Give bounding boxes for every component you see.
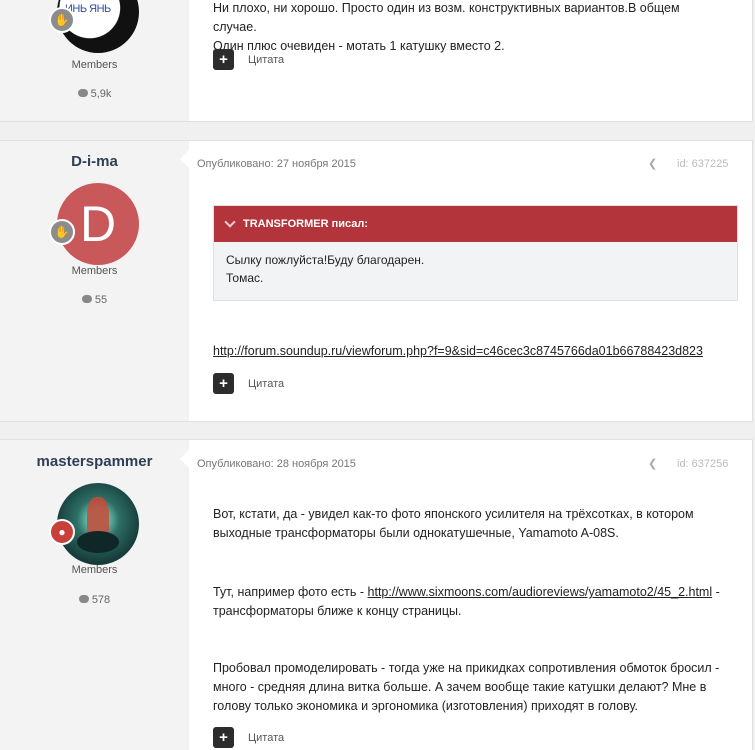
comment-icon [78,595,89,604]
avatar-letter: D [79,196,117,252]
content-line: много - средняя длина витка больше. А за… [213,680,707,694]
quote-block: TRANSFORMER писал: Сылку пожлуйста!Буду … [213,205,738,301]
quote-author: TRANSFORMER писал: [243,218,369,230]
post-arrow [180,149,190,169]
post-1: Ю ИНЬ ЯНЬ ✋ Members 5,9k Ни плохо, ни хо… [0,0,753,122]
plus-icon: + [213,373,234,394]
quote-label: Цитата [248,53,285,66]
quote-button[interactable]: + Цитата [213,373,284,394]
post-content: Вот, кстати, да - увидел как-то фото япо… [213,505,723,543]
plus-icon: + [213,727,234,748]
content-line: выходные трансформаторы были однокатушеч… [213,526,619,540]
share-icon[interactable]: ❮ [648,157,657,170]
post-3: masterspammer ● Members 578 Опубликовано… [0,439,753,750]
rank-badge: ✋ [49,219,75,245]
post-count-value: 5,9k [90,88,112,100]
post-content: Пробовал промоделировать - тогда уже на … [213,659,723,716]
quote-button[interactable]: + Цитата [213,49,284,70]
post-count: 578 [0,594,189,606]
share-icon[interactable]: ❮ [648,457,657,470]
post-date: Опубликовано: 27 ноября 2015 [197,158,356,170]
post-2: D-i-ma D ✋ Members 55 Опубликовано: 27 н… [0,140,753,422]
author-panel: Ю ИНЬ ЯНЬ ✋ Members 5,9k [0,0,189,121]
content-line: Вот, кстати, да - увидел как-то фото япо… [213,507,694,521]
member-group: Members [71,59,118,71]
content-line: трансформаторы ближе к концу страницы. [213,604,462,618]
post-link[interactable]: http://forum.soundup.ru/viewforum.php?f=… [213,344,703,358]
lightbulb-icon: ● [49,519,75,545]
content-line: Ни плохо, ни хорошо. Просто один из возм… [213,1,680,34]
post-count: 5,9k [0,88,189,100]
avatar[interactable]: ● [49,483,139,565]
content-line: Один плюс очевиден - мотать 1 катушку вм… [213,39,505,53]
author-name[interactable]: masterspammer [0,453,189,470]
content-text: Тут, например фото есть - [213,585,368,599]
post-arrow [180,449,190,469]
quote-button[interactable]: + Цитата [213,727,284,748]
member-group: Members [71,265,118,277]
quote-label: Цитата [248,731,285,744]
post-count: 55 [0,294,189,306]
content-line: голову только экономика и эргономика (из… [213,699,639,713]
quote-header[interactable]: TRANSFORMER писал: [214,206,737,242]
content-line: Тут, например фото есть - http://www.six… [213,583,723,602]
post-content: http://forum.soundup.ru/viewforum.php?f=… [213,342,743,361]
avatar[interactable]: D ✋ [49,183,139,265]
post-id[interactable]: id: 637225 [677,158,728,170]
plus-icon: + [213,49,234,70]
post-count-value: 55 [94,294,108,306]
post-date: Опубликовано: 28 ноября 2015 [197,458,356,470]
comment-icon [81,295,92,304]
quote-body: Сылку пожлуйста!Буду благодарен. Томас. [214,242,737,296]
member-group: Members [71,564,118,576]
avatar[interactable]: Ю ИНЬ ЯНЬ ✋ [49,0,139,53]
rank-badge: ✋ [49,7,75,33]
comment-icon [77,89,88,98]
post-content: Тут, например фото есть - http://www.six… [213,583,723,621]
post-count-value: 578 [91,594,111,606]
quote-label: Цитата [248,377,285,390]
author-panel: D-i-ma D ✋ Members 55 [0,141,189,421]
quote-line: Сылку пожлуйста!Буду благодарен. [226,253,425,267]
post-id[interactable]: id: 637256 [677,458,728,470]
quote-line: Томас. [226,271,264,285]
post-content: Ни плохо, ни хорошо. Просто один из возм… [213,0,723,56]
content-line: Пробовал промоделировать - тогда уже на … [213,661,720,675]
post-link[interactable]: http://www.sixmoons.com/audioreviews/yam… [368,585,713,599]
chevron-down-icon [224,215,236,228]
content-text: - [712,585,720,599]
author-name[interactable]: D-i-ma [0,153,189,170]
author-panel: masterspammer ● Members 578 [0,440,189,750]
